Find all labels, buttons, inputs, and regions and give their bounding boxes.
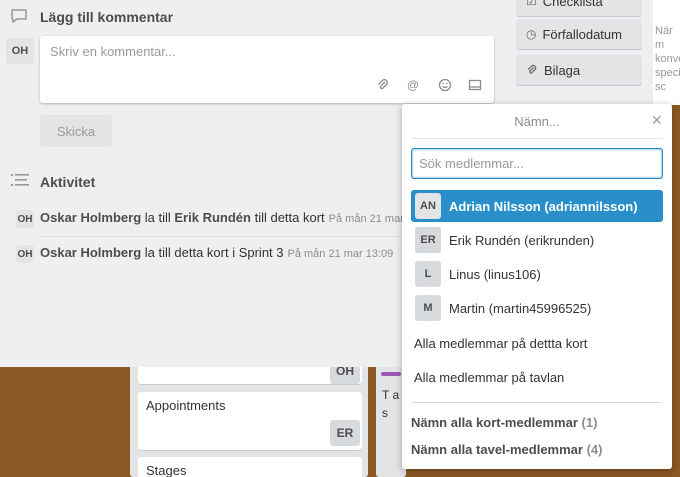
- activity-section-title: Aktivitet: [40, 174, 96, 190]
- mention-all-card-label: Nämn alla kort-medlemmar: [411, 415, 578, 430]
- mention-all-board-count: (4): [586, 442, 603, 457]
- mention-all-board-members[interactable]: Nämn alla tavel-medlemmar (4): [411, 442, 602, 457]
- mention-all-board-label: Nämn alla tavel-medlemmar: [411, 442, 583, 457]
- attachment-icon[interactable]: [376, 78, 390, 92]
- member-name: Martin (martin45996525): [449, 300, 592, 316]
- member-search-input[interactable]: [411, 148, 663, 179]
- activity-divider: [40, 236, 400, 237]
- card-description-partial: När m konve specif sc: [653, 0, 680, 105]
- comment-input[interactable]: Skriv en kommentar... @: [40, 36, 494, 103]
- checklist-button[interactable]: ☑ Checklista: [516, 0, 642, 16]
- board-card-stages[interactable]: Stages: [138, 457, 362, 477]
- mention-icon[interactable]: @: [406, 78, 420, 92]
- member-name: Adrian Nilsson (adriannilsson): [449, 198, 638, 214]
- popover-title: Nämn...: [514, 114, 560, 129]
- activity-entry: Oskar Holmberg la till Erik Rundén till …: [40, 210, 404, 230]
- checklist-button-label: Checklista: [542, 0, 603, 9]
- board-card-label: Appointments: [146, 398, 226, 413]
- board-card-label: Stages: [146, 463, 187, 477]
- activity-user-link[interactable]: Oskar Holmberg: [40, 210, 141, 225]
- activity-target-link[interactable]: Erik Rundén: [174, 210, 251, 225]
- comment-placeholder: Skriv en kommentar...: [50, 44, 176, 59]
- comment-icon: [11, 9, 27, 23]
- label-chip: [381, 372, 401, 376]
- all-card-members-option[interactable]: Alla medlemmar på dettta kort: [414, 336, 587, 351]
- comment-section-title: Lägg till kommentar: [40, 9, 174, 25]
- attachment-button-label: Bilaga: [544, 62, 581, 78]
- member-name: Linus (linus106): [449, 266, 541, 282]
- attachment-button[interactable]: Bilaga: [516, 55, 642, 85]
- avatar[interactable]: OH: [6, 38, 34, 64]
- activity-text: la till: [141, 210, 175, 225]
- activity-user-link[interactable]: Oskar Holmberg: [40, 245, 141, 260]
- mention-popover: Nämn... × AN Adrian Nilsson (adriannilss…: [402, 104, 672, 469]
- activity-avatar[interactable]: OH: [16, 245, 34, 263]
- avatar: ER: [415, 227, 441, 253]
- due-date-button-label: Förfallodatum: [542, 26, 622, 42]
- member-item-erik[interactable]: ER Erik Rundén (erikrunden): [411, 224, 663, 256]
- avatar: M: [415, 295, 441, 321]
- activity-text: la till detta kort i Sprint 3: [141, 245, 284, 260]
- emoji-icon[interactable]: [438, 78, 452, 92]
- paperclip-icon: [527, 64, 537, 74]
- member-item-linus[interactable]: L Linus (linus106): [411, 258, 663, 290]
- mention-all-card-members[interactable]: Nämn alla kort-medlemmar (1): [411, 415, 597, 430]
- due-date-button[interactable]: ◷ Förfallodatum: [516, 19, 642, 49]
- activity-list-icon: [11, 174, 29, 186]
- board-card-appointments[interactable]: Appointments ER: [138, 392, 362, 450]
- popover-divider: [412, 138, 662, 139]
- activity-entry: Oskar Holmberg la till detta kort i Spri…: [40, 245, 393, 265]
- activity-avatar[interactable]: OH: [16, 210, 34, 228]
- board-card-partial-text: T a s: [382, 388, 400, 420]
- avatar: L: [415, 261, 441, 287]
- card-link-icon[interactable]: [468, 78, 482, 92]
- popover-divider: [412, 402, 662, 403]
- member-name: Erik Rundén (erikrunden): [449, 232, 595, 248]
- activity-text: till detta kort: [250, 210, 325, 225]
- activity-timestamp[interactable]: På mån 21 mar 13:09: [288, 248, 394, 260]
- member-item-adrian[interactable]: AN Adrian Nilsson (adriannilsson): [411, 190, 663, 222]
- close-icon[interactable]: ×: [651, 111, 662, 129]
- checklist-icon: ☑: [526, 0, 537, 8]
- avatar: AN: [415, 193, 441, 219]
- clock-icon: ◷: [526, 27, 537, 41]
- all-board-members-option[interactable]: Alla medlemmar på tavlan: [414, 370, 564, 385]
- board-card-avatar: ER: [330, 420, 360, 446]
- activity-timestamp[interactable]: På mån 21 mar: [329, 213, 404, 225]
- send-button[interactable]: Skicka: [40, 115, 112, 147]
- mention-all-card-count: (1): [581, 415, 598, 430]
- member-item-martin[interactable]: M Martin (martin45996525): [411, 292, 663, 324]
